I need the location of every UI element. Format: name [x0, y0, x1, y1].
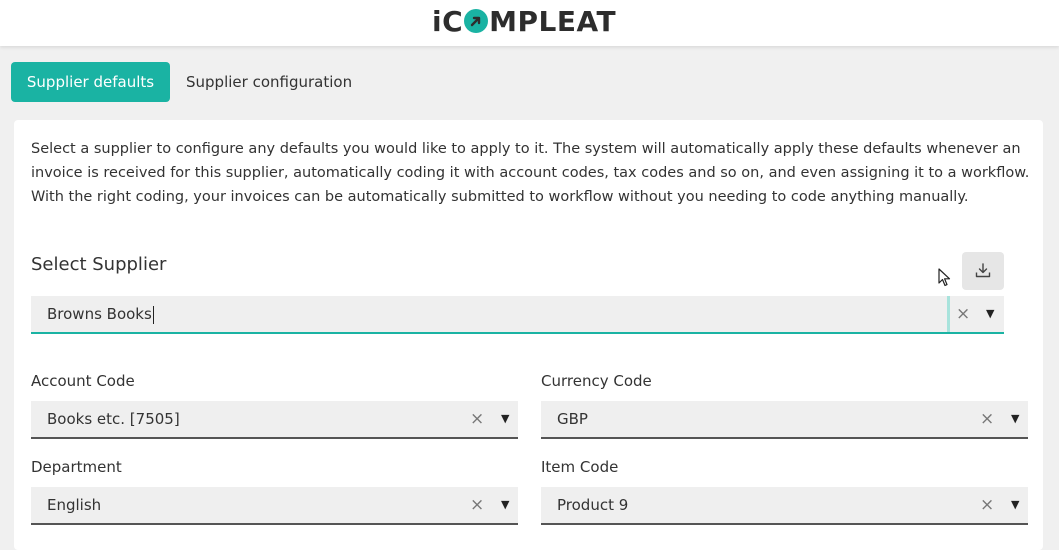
item-code-select[interactable]: Product 9 × ▼ — [541, 487, 1028, 525]
description-text: Select a supplier to configure any defau… — [31, 141, 1030, 205]
account-code-chevron-down-icon[interactable]: ▼ — [501, 401, 509, 437]
item-code-value: Product 9 — [557, 496, 629, 514]
account-code-clear-icon[interactable]: × — [470, 401, 484, 437]
currency-code-label: Currency Code — [541, 372, 652, 390]
top-bar: iC MPLEAT — [0, 0, 1059, 46]
download-tray-icon — [975, 263, 991, 278]
logo-text-pre: iC — [432, 4, 464, 38]
item-code-chevron-down-icon[interactable]: ▼ — [1011, 487, 1019, 523]
currency-code-chevron-down-icon[interactable]: ▼ — [1011, 401, 1019, 437]
supplier-select[interactable]: Browns Books × ▼ — [31, 296, 1004, 334]
mouse-pointer-icon — [938, 268, 951, 287]
currency-code-clear-icon[interactable]: × — [980, 401, 994, 437]
export-button[interactable] — [962, 252, 1004, 290]
department-select[interactable]: English × ▼ — [31, 487, 518, 525]
supplier-clear-icon[interactable]: × — [956, 296, 970, 332]
account-code-select[interactable]: Books etc. [7505] × ▼ — [31, 401, 518, 439]
account-code-label: Account Code — [31, 372, 135, 390]
tab-supplier-defaults[interactable]: Supplier defaults — [11, 62, 170, 102]
account-code-value: Books etc. [7505] — [47, 410, 180, 428]
select-supplier-title: Select Supplier — [31, 254, 167, 275]
input-focus-indicator — [947, 296, 950, 332]
supplier-select-value: Browns Books — [47, 305, 154, 324]
icompleat-logo: iC MPLEAT — [432, 3, 616, 39]
department-label: Department — [31, 458, 122, 476]
tab-supplier-configuration[interactable]: Supplier configuration — [186, 62, 352, 102]
department-chevron-down-icon[interactable]: ▼ — [501, 487, 509, 523]
department-value: English — [47, 496, 102, 514]
item-code-clear-icon[interactable]: × — [980, 487, 994, 523]
supplier-chevron-down-icon[interactable]: ▼ — [986, 296, 994, 332]
item-code-label: Item Code — [541, 458, 619, 476]
department-clear-icon[interactable]: × — [470, 487, 484, 523]
currency-code-select[interactable]: GBP × ▼ — [541, 401, 1028, 439]
logo-text-post: MPLEAT — [489, 4, 617, 38]
currency-code-value: GBP — [557, 410, 588, 428]
logo-arrow-icon — [464, 9, 489, 33]
